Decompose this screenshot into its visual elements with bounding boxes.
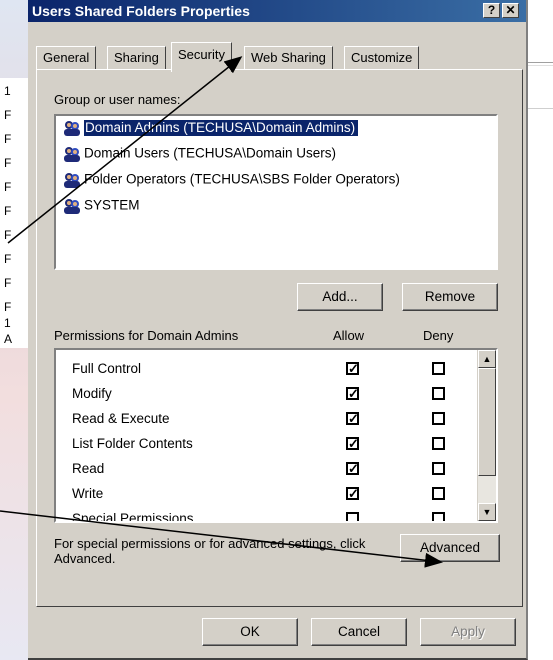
permission-name: List Folder Contents	[72, 436, 193, 451]
properties-dialog: Users Shared Folders Properties ? ✕ Gene…	[28, 0, 528, 660]
group-icon	[62, 145, 82, 163]
background-list-item: A	[4, 332, 13, 346]
permission-name: Special Permissions	[72, 511, 194, 523]
close-button[interactable]: ✕	[502, 3, 519, 18]
background-list-item: F	[4, 300, 12, 314]
background-list-item: F	[4, 276, 12, 290]
advanced-text: For special permissions or for advanced …	[54, 536, 366, 566]
remove-button[interactable]: Remove	[402, 283, 498, 311]
apply-button[interactable]: Apply	[420, 618, 516, 646]
user-name: SYSTEM	[84, 197, 140, 213]
allow-header: Allow	[333, 328, 365, 343]
background-window-right	[528, 0, 553, 660]
background-list-item: 1	[4, 316, 11, 330]
user-name: Domain Admins (TECHUSA\Domain Admins)	[84, 119, 359, 136]
permission-name: Read & Execute	[72, 411, 170, 426]
list-item-user[interactable]: Folder Operators (TECHUSA\SBS Folder Ope…	[62, 171, 400, 191]
background-list-item: F	[4, 204, 12, 218]
list-item-user[interactable]: Domain Users (TECHUSA\Domain Users)	[62, 145, 336, 165]
tab-customize[interactable]: Customize	[344, 46, 420, 69]
allow-checkbox[interactable]: ✓	[346, 362, 359, 375]
background-list-item: F	[4, 228, 12, 242]
tab-sharing[interactable]: Sharing	[107, 46, 166, 69]
group-icon	[62, 119, 82, 137]
allow-checkbox[interactable]: ✓	[346, 412, 359, 425]
permission-row: Read & Execute ✓	[56, 408, 476, 433]
deny-checkbox[interactable]	[432, 462, 445, 475]
permission-row: Write ✓	[56, 483, 476, 508]
permission-row: Full Control ✓	[56, 358, 476, 383]
dialog-title: Users Shared Folders Properties	[32, 3, 250, 19]
user-name: Folder Operators (TECHUSA\SBS Folder Ope…	[84, 171, 400, 187]
background-list-item: F	[4, 180, 12, 194]
permission-row: List Folder Contents ✓	[56, 433, 476, 458]
allow-checkbox[interactable]: ✓	[346, 387, 359, 400]
deny-header: Deny	[423, 328, 454, 343]
permission-row: Special Permissions	[56, 508, 476, 523]
allow-checkbox[interactable]: ✓	[346, 437, 359, 450]
permissions-list: Full Control ✓ Modify ✓ Read & Execute ✓…	[54, 348, 498, 523]
ok-button[interactable]: OK	[202, 618, 298, 646]
list-item-user[interactable]: SYSTEM	[62, 197, 140, 217]
allow-checkbox[interactable]: ✓	[346, 462, 359, 475]
add-button[interactable]: Add...	[297, 283, 383, 311]
deny-checkbox[interactable]	[432, 387, 445, 400]
permission-name: Write	[72, 486, 104, 501]
background-list-item: F	[4, 252, 12, 266]
deny-checkbox[interactable]	[432, 512, 445, 521]
deny-checkbox[interactable]	[432, 487, 445, 500]
background-list-item: F	[4, 108, 12, 122]
allow-checkbox[interactable]: ✓	[346, 487, 359, 500]
user-name: Domain Users (TECHUSA\Domain Users)	[84, 145, 337, 161]
user-list[interactable]: Domain Admins (TECHUSA\Domain Admins) Do…	[54, 114, 498, 270]
deny-checkbox[interactable]	[432, 437, 445, 450]
cancel-button[interactable]: Cancel	[311, 618, 407, 646]
permission-name: Modify	[72, 386, 112, 401]
advanced-button[interactable]: Advanced	[400, 534, 500, 562]
tab-web-sharing[interactable]: Web Sharing	[244, 46, 333, 69]
background-list: 1FFFFFFFFF1A	[0, 78, 29, 348]
group-icon	[62, 197, 82, 215]
scroll-up-icon[interactable]: ▲	[478, 350, 496, 368]
tab-general[interactable]: General	[36, 46, 97, 69]
allow-checkbox[interactable]	[346, 512, 359, 521]
list-item-user[interactable]: Domain Admins (TECHUSA\Domain Admins)	[62, 119, 359, 139]
group-label: Group or user names:	[54, 92, 181, 107]
group-icon	[62, 171, 82, 189]
tab-security[interactable]: Security	[171, 42, 232, 72]
permissions-scrollbar[interactable]: ▲ ▼	[477, 350, 496, 521]
scroll-thumb[interactable]	[478, 368, 496, 476]
permissions-label: Permissions for Domain Admins	[54, 328, 239, 343]
background-list-item: 1	[4, 84, 11, 98]
scroll-down-icon[interactable]: ▼	[478, 503, 496, 521]
background-list-item: F	[4, 132, 12, 146]
help-button[interactable]: ?	[483, 3, 500, 18]
permission-row: Modify ✓	[56, 383, 476, 408]
permission-name: Read	[72, 461, 105, 476]
permission-row: Read ✓	[56, 458, 476, 483]
permission-name: Full Control	[72, 361, 142, 376]
deny-checkbox[interactable]	[432, 362, 445, 375]
title-bar[interactable]: Users Shared Folders Properties ? ✕	[28, 0, 526, 22]
background-list-item: F	[4, 156, 12, 170]
deny-checkbox[interactable]	[432, 412, 445, 425]
